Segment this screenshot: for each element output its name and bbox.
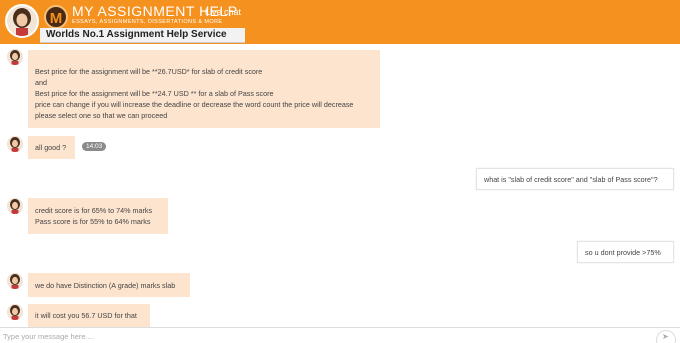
agent-message: we do have Distinction (A grade) marks s… [28,273,190,297]
message-line: we do have Distinction (A grade) marks s… [35,281,176,290]
service-tagline: Worlds No.1 Assignment Help Service [46,29,227,40]
message-line: all good ? [35,143,67,152]
message-line: Best price for the assignment will be **… [35,89,274,98]
message-input-bar: ➤ [0,327,680,343]
agent-avatar-small [7,136,23,152]
user-message: so u dont provide >75% [577,241,674,263]
agent-avatar-small [7,198,23,214]
message-line: what is "slab of credit score" and "slab… [484,175,658,184]
message-line: Pass score is for 55% to 64% marks [35,217,151,226]
agent-message: Best price for the assignment will be **… [28,50,380,128]
send-icon: ➤ [662,332,669,341]
send-button[interactable]: ➤ [656,330,676,343]
live-chat-label: Live chat [205,7,242,17]
message-line: Best price for the assignment will be **… [35,67,263,76]
message-line: please select one so that we can proceed [35,111,168,120]
message-line: so u dont provide >75% [585,248,661,257]
message-input[interactable] [3,330,643,342]
agent-avatar [5,4,39,38]
chat-transcript: Best price for the assignment will be **… [0,44,680,327]
message-line: and [35,78,47,87]
agent-avatar-small [7,304,23,320]
brand-subtitle: ESSAYS, ASSIGNMENTS, DISSERTATIONS & MOR… [72,19,223,25]
agent-avatar-small [7,49,23,65]
agent-message: all good ? [28,136,75,159]
chat-header: M MY ASSIGNMENT HELP ESSAYS, ASSIGNMENTS… [0,0,680,44]
user-message: what is "slab of credit score" and "slab… [476,168,674,190]
brand-logo: M [44,5,68,29]
tagline-bar: Worlds No.1 Assignment Help Service [40,28,245,43]
agent-message: credit score is for 65% to 74% marks Pas… [28,198,168,234]
message-line: it will cost you 56.7 USD for that [35,311,137,320]
agent-message: it will cost you 56.7 USD for that [28,304,150,327]
message-line: credit score is for 65% to 74% marks [35,206,153,215]
message-line: price can change if you will increase th… [35,100,354,109]
message-timestamp: 14:03 [82,142,107,151]
agent-avatar-small [7,273,23,289]
